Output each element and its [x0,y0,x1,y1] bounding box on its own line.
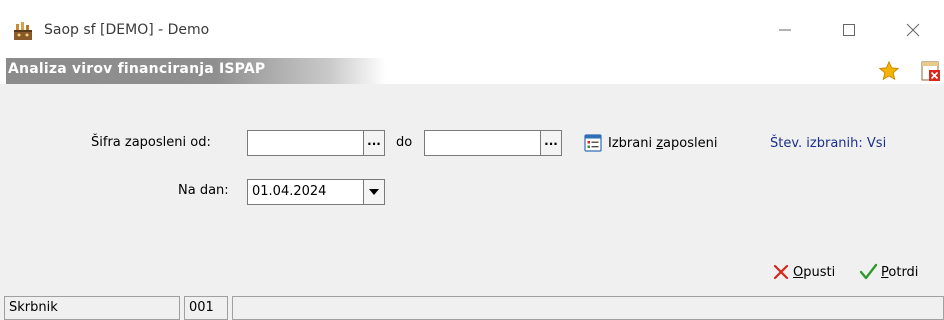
date-field[interactable]: 01.04.2024 [247,179,363,205]
selected-employees-label: Izbrani zaposleni [608,136,717,151]
employee-from-label: Šifra zaposleni od: [91,135,211,150]
employee-from-input[interactable] [247,130,363,156]
employee-to-browse-button[interactable]: ... [540,130,562,156]
confirm-button[interactable]: Potrdi [858,260,918,284]
date-dropdown-button[interactable] [363,179,385,205]
cancel-button[interactable]: Opusti [772,260,835,284]
to-label: do [396,135,413,150]
cancel-label: Opusti [793,264,836,280]
employee-from-browse-button[interactable]: ... [363,130,385,156]
maximize-icon[interactable] [826,14,872,46]
saop-app-icon [12,20,34,42]
selected-employees-text: Izbrani zaposleni [608,135,718,151]
status-code: 001 [184,296,228,320]
close-form-icon[interactable] [920,60,942,82]
employee-to-input[interactable] [424,130,540,156]
cancel-x-icon [772,263,790,281]
favorite-star-icon[interactable] [878,60,900,82]
checkmark-icon [858,263,878,281]
status-message [232,296,944,320]
close-icon[interactable] [890,14,936,46]
minimize-icon[interactable] [762,14,808,46]
chevron-down-icon [369,187,379,198]
confirm-label: Potrdi [881,264,919,280]
checklist-icon [584,134,602,152]
date-label: Na dan: [178,183,229,198]
status-user: Skrbnik [4,296,180,320]
window-title: Saop sf [DEMO] - Demo [44,22,210,38]
selected-count-label: Štev. izbranih: Vsi [770,136,887,151]
selected-employees-button[interactable]: Izbrani zaposleni [584,131,717,155]
form-title: Analiza virov financiranja ISPAP [8,61,266,77]
